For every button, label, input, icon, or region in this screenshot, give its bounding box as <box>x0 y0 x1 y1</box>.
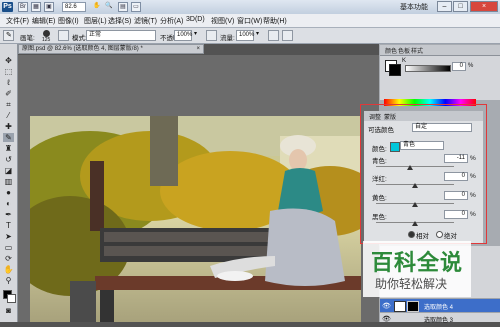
brush-panel-toggle-icon[interactable] <box>58 30 69 41</box>
minibridge-icon[interactable]: ▦ <box>31 2 41 12</box>
hand-tool-icon[interactable]: ✋ <box>92 2 102 12</box>
eraser-tool-icon[interactable]: ◪ <box>3 166 14 175</box>
screen-mode-icon[interactable]: ▭ <box>131 2 141 12</box>
layer-row-selective-color-3[interactable]: 👁 选取颜色 3 <box>380 312 500 327</box>
view-extras-icon[interactable]: ▣ <box>44 2 54 12</box>
document-close-icon[interactable]: × <box>196 45 200 53</box>
background-color-swatch[interactable] <box>7 294 16 303</box>
tab-swatches[interactable]: 色板 <box>398 46 410 55</box>
zoom-tool-icon[interactable]: 🔍 <box>104 2 114 12</box>
menu-layer[interactable]: 图层(L) <box>84 16 107 26</box>
blend-mode-select[interactable]: 正常 <box>86 30 156 41</box>
document-title: 原图.psd @ 82.6% (选取颜色 4, 图层蒙版/8) * <box>22 46 143 52</box>
mode-label: 模式: <box>72 35 87 42</box>
quick-select-tool-icon[interactable]: ✐ <box>3 89 14 98</box>
layer-mask-thumb[interactable] <box>407 301 419 312</box>
watermark-title: 百科全说 <box>371 251 464 276</box>
zoom-level-field[interactable]: 82.6 <box>62 2 86 12</box>
healing-tool-icon[interactable]: ✚ <box>3 122 14 131</box>
flow-label: 流量: <box>220 35 235 42</box>
highlight-frame <box>360 104 487 244</box>
3d-rotate-tool-icon[interactable]: ⟳ <box>3 254 14 263</box>
opacity-dropdown-icon[interactable]: ▾ <box>194 30 202 41</box>
move-tool-icon[interactable]: ✥ <box>3 56 14 65</box>
layer-name: 选取颜色 3 <box>424 318 454 324</box>
tab-styles[interactable]: 样式 <box>411 46 423 55</box>
photoshop-logo: Ps <box>2 2 13 12</box>
crop-tool-icon[interactable]: ⌗ <box>3 100 14 109</box>
menu-window[interactable]: 窗口(W) <box>237 16 262 26</box>
layer-visibility-icon[interactable]: 👁 <box>382 302 391 310</box>
menu-file[interactable]: 文件(F) <box>6 16 29 26</box>
photo-image <box>30 116 361 322</box>
gradient-tool-icon[interactable]: ▥ <box>3 177 14 186</box>
k-percent-label: % <box>468 63 474 69</box>
menu-edit[interactable]: 编辑(E) <box>32 16 55 26</box>
shape-tool-icon[interactable]: ▭ <box>3 243 14 252</box>
maximize-button[interactable]: □ <box>453 1 468 12</box>
arrange-documents-icon[interactable]: ▤ <box>118 2 128 12</box>
layer-adjustment-thumb <box>394 301 406 312</box>
dodge-tool-icon[interactable]: ◐ <box>3 199 14 208</box>
menu-image[interactable]: 图像(I) <box>58 16 79 26</box>
history-brush-tool-icon[interactable]: ↺ <box>3 155 14 164</box>
color-panel <box>380 56 500 100</box>
tablet-opacity-icon[interactable] <box>206 30 217 41</box>
eyedropper-tool-icon[interactable]: ⁄ <box>3 111 14 120</box>
layer-row-selective-color-4[interactable]: 👁 选取颜色 4 <box>380 298 500 313</box>
brush-size-value: 125 <box>42 37 51 43</box>
k-slider[interactable] <box>405 65 451 72</box>
menu-analysis[interactable]: 分析(A) <box>160 16 183 26</box>
k-value-input[interactable]: 0 <box>452 62 466 71</box>
clone-stamp-tool-icon[interactable]: ♜ <box>3 144 14 153</box>
pen-tool-icon[interactable]: ✒ <box>3 210 14 219</box>
brush-tool-icon[interactable]: ✎ <box>3 133 14 142</box>
opacity-input[interactable]: 100% <box>174 30 192 41</box>
panel-background-swatch[interactable] <box>389 64 401 76</box>
close-button[interactable]: × <box>470 1 498 12</box>
bridge-icon[interactable]: Br <box>18 2 28 12</box>
tab-color[interactable]: 颜色 <box>385 46 397 55</box>
tool-preset-picker[interactable]: ✎ <box>3 30 14 41</box>
menu-help[interactable]: 帮助(H) <box>263 16 287 26</box>
zoom-tool-icon[interactable]: ⚲ <box>3 276 14 285</box>
flow-input[interactable]: 100% <box>236 30 254 41</box>
workspace-switcher[interactable]: 基本功能 <box>400 2 428 12</box>
quick-mask-icon[interactable]: ◙ <box>3 306 14 315</box>
brush-label: 画笔: <box>20 35 35 42</box>
brush-icon: ✎ <box>6 32 12 39</box>
hand-tool-icon[interactable]: ✋ <box>3 265 14 274</box>
tablet-size-icon[interactable] <box>282 30 293 41</box>
layer-name: 选取颜色 4 <box>424 305 454 311</box>
photo-canvas[interactable] <box>30 116 361 322</box>
flow-dropdown-icon[interactable]: ▾ <box>256 30 264 41</box>
blur-tool-icon[interactable]: ● <box>3 188 14 197</box>
menu-3d[interactable]: 3D(D) <box>186 16 205 23</box>
menu-view[interactable]: 视图(V) <box>211 16 234 26</box>
document-tab[interactable]: 原图.psd @ 82.6% (选取颜色 4, 图层蒙版/8) * × <box>18 44 204 54</box>
menu-filter[interactable]: 滤镜(T) <box>134 16 157 26</box>
menu-select[interactable]: 选择(S) <box>108 16 131 26</box>
airbrush-icon[interactable] <box>268 30 279 41</box>
watermark-subtitle: 助你轻松解决 <box>375 277 448 291</box>
k-channel-label: K <box>402 58 407 64</box>
minimize-button[interactable]: – <box>437 1 452 12</box>
lasso-tool-icon[interactable]: ℓ <box>3 78 14 87</box>
type-tool-icon[interactable]: T <box>3 221 14 230</box>
marquee-tool-icon[interactable]: ⬚ <box>3 67 14 76</box>
path-select-tool-icon[interactable]: ➤ <box>3 232 14 241</box>
